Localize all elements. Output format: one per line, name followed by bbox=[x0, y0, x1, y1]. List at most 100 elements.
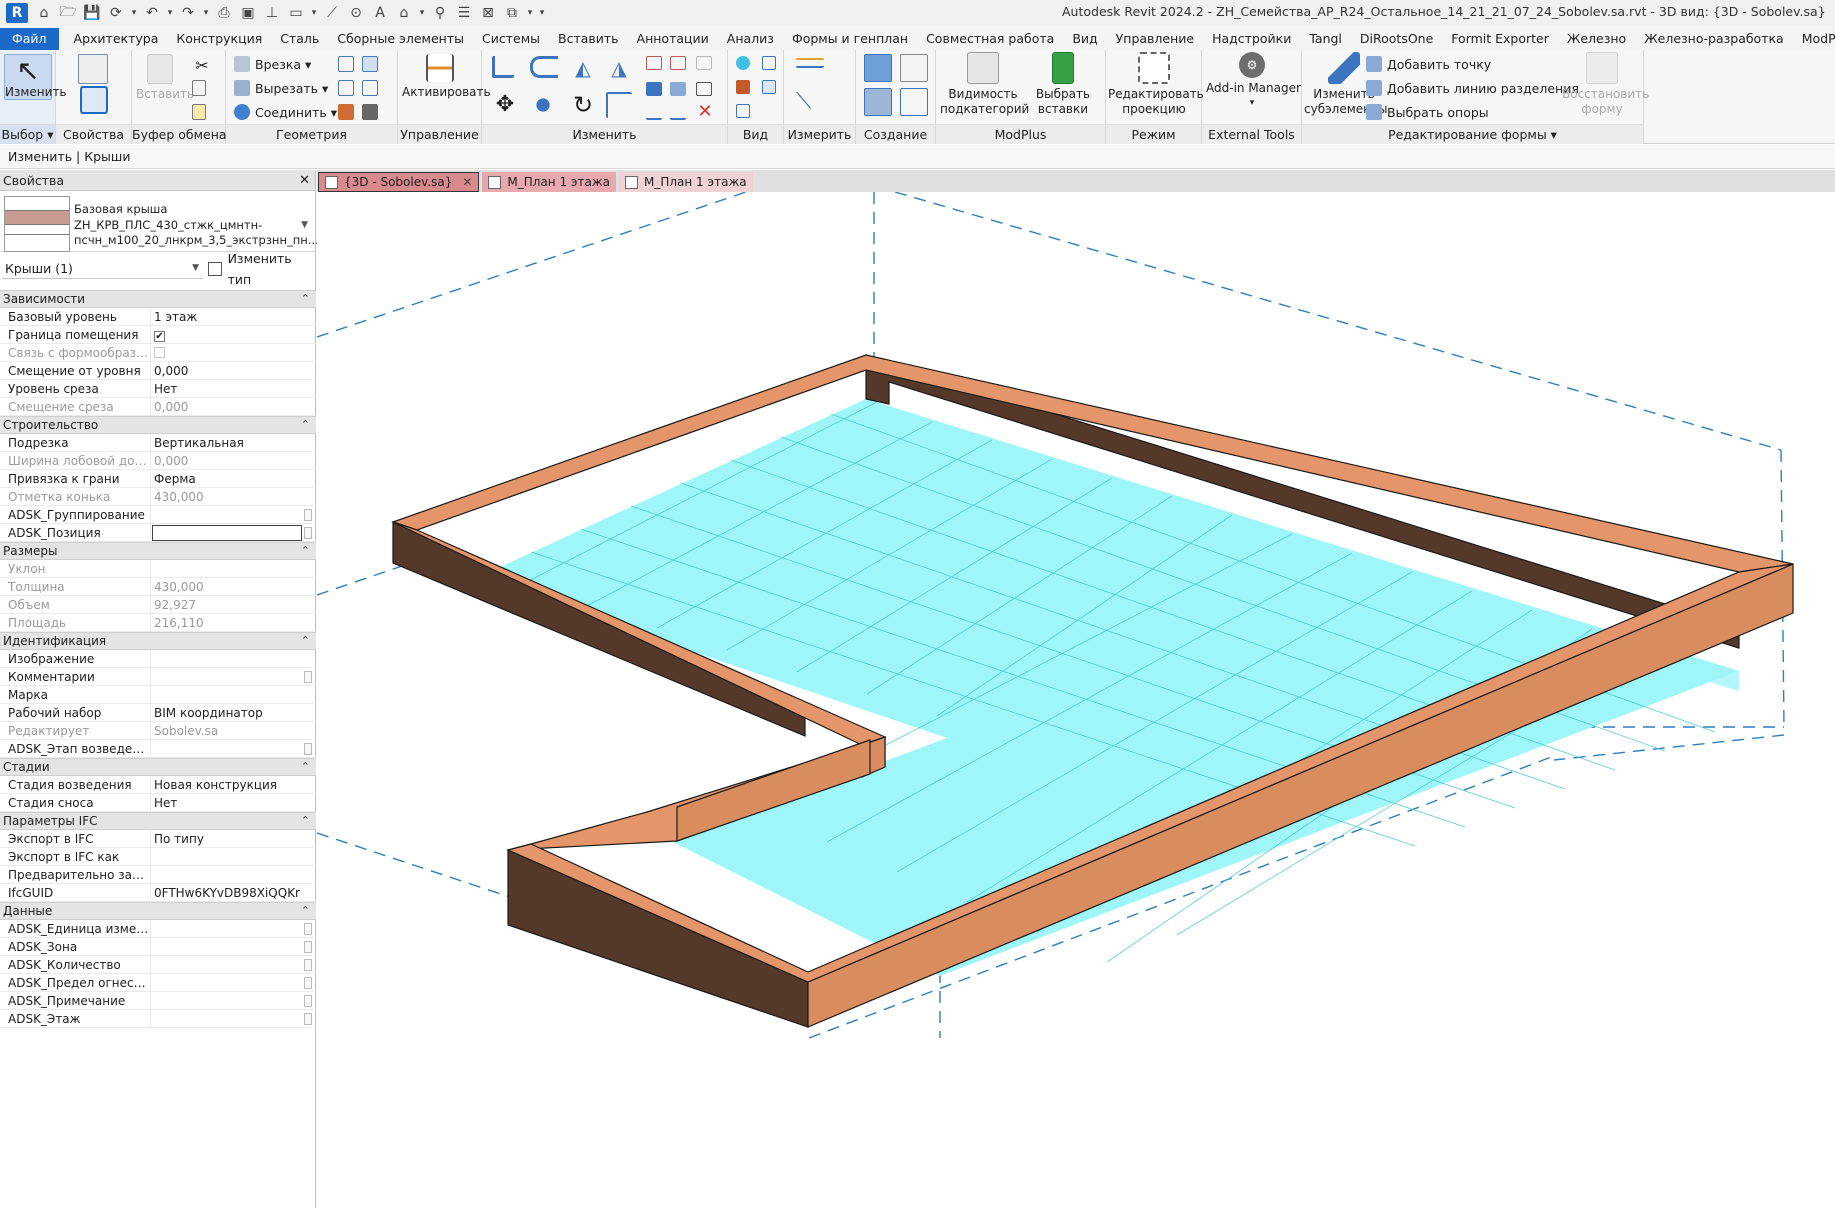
tab-10[interactable]: Вид bbox=[1063, 28, 1106, 50]
trim-multiple-icon[interactable] bbox=[670, 106, 686, 120]
wall-icon[interactable]: ▭ bbox=[284, 2, 308, 24]
print-icon[interactable]: ⎙ bbox=[212, 2, 236, 24]
associate-parameter-button[interactable] bbox=[304, 509, 312, 521]
switch-windows-icon[interactable]: ⧉ bbox=[500, 2, 524, 24]
property-value[interactable] bbox=[154, 848, 300, 866]
properties-button[interactable] bbox=[64, 86, 124, 117]
property-value[interactable] bbox=[154, 650, 300, 668]
property-value[interactable]: 1 этаж bbox=[154, 308, 300, 326]
panel-label-select[interactable]: Выбор ▾ bbox=[0, 124, 55, 144]
tab-16[interactable]: Железно bbox=[1558, 28, 1635, 50]
property-value[interactable]: Нет bbox=[154, 794, 300, 812]
tab-17[interactable]: Железно-разработка bbox=[1635, 28, 1793, 50]
property-value[interactable]: Вертикальная bbox=[154, 434, 300, 452]
match-type-icon[interactable] bbox=[192, 104, 206, 120]
property-value[interactable] bbox=[154, 686, 300, 704]
tab-0[interactable]: Архитектура bbox=[65, 28, 168, 50]
graphics-icon[interactable] bbox=[762, 80, 776, 94]
tab-4[interactable]: Системы bbox=[473, 28, 549, 50]
tab-1[interactable]: Конструкция bbox=[167, 28, 271, 50]
cut-geometry-button[interactable]: Вырезать ▾ bbox=[234, 78, 328, 98]
override-icon[interactable] bbox=[762, 56, 776, 70]
property-group-header[interactable]: Строительство ⌃ bbox=[0, 416, 316, 434]
tab-3[interactable]: Сборные элементы bbox=[328, 28, 473, 50]
hide-icon[interactable] bbox=[736, 56, 750, 70]
property-value[interactable] bbox=[154, 956, 300, 974]
linework-icon[interactable] bbox=[736, 80, 750, 94]
offset-icon[interactable] bbox=[530, 56, 558, 78]
property-value[interactable] bbox=[154, 506, 300, 524]
property-value[interactable] bbox=[154, 668, 300, 686]
tab-13[interactable]: Tangl bbox=[1300, 28, 1351, 50]
rotate-icon[interactable]: ↻ bbox=[570, 92, 596, 118]
checkbox[interactable] bbox=[154, 347, 165, 358]
subcategory-visibility-button[interactable]: Видимость подкатегорий bbox=[940, 52, 1029, 117]
customize-qat-icon[interactable]: ▾ bbox=[536, 2, 548, 24]
chevron-down-icon[interactable]: ▼ bbox=[301, 220, 308, 230]
type-selector[interactable]: Базовая крыша ZH_КРВ_ПЛС_430_стжк_цмнтн-… bbox=[0, 192, 319, 252]
modify-button[interactable]: ↖ Изменить bbox=[4, 54, 67, 100]
associate-parameter-button[interactable] bbox=[304, 1013, 312, 1025]
instance-filter-dropdown[interactable]: Крыши (1) ▼ bbox=[3, 258, 203, 279]
associate-parameter-button[interactable] bbox=[304, 977, 312, 989]
unpin-icon[interactable] bbox=[696, 56, 712, 70]
property-value[interactable]: 0,000 bbox=[154, 362, 300, 380]
redo-icon[interactable]: ↷ bbox=[176, 2, 200, 24]
collapse-icon[interactable]: ⌃ bbox=[301, 633, 310, 649]
activate-button[interactable]: Активировать bbox=[402, 54, 491, 100]
tab-7[interactable]: Анализ bbox=[718, 28, 783, 50]
chevron-down-icon[interactable]: ▾ bbox=[524, 2, 536, 24]
collapse-icon[interactable]: ⌃ bbox=[301, 543, 310, 559]
collapse-icon[interactable]: ⌃ bbox=[301, 813, 310, 829]
save-icon[interactable]: 💾 bbox=[80, 2, 104, 24]
3d-view-icon[interactable]: ⌂ bbox=[392, 2, 416, 24]
aligned-dimension-icon[interactable]: ⟍ bbox=[796, 90, 826, 114]
type-properties-icon[interactable] bbox=[78, 54, 108, 84]
create-parts-icon[interactable] bbox=[900, 54, 928, 82]
join-button[interactable]: Соединить ▾ bbox=[234, 102, 337, 122]
home-icon[interactable]: ⌂ bbox=[32, 2, 56, 24]
cut-icon[interactable]: ✂ bbox=[192, 56, 212, 76]
level-icon[interactable]: ⊥ bbox=[260, 2, 284, 24]
tab-15[interactable]: Formit Exporter bbox=[1442, 28, 1558, 50]
tab-8[interactable]: Формы и генплан bbox=[783, 28, 917, 50]
add-split-line-button[interactable]: Добавить линию разделения bbox=[1366, 78, 1579, 98]
select-inserts-button[interactable]: Выбрать вставки bbox=[1028, 52, 1098, 117]
collapse-icon[interactable]: ⌃ bbox=[301, 759, 310, 775]
property-value[interactable] bbox=[154, 974, 300, 992]
pin-icon[interactable] bbox=[696, 82, 712, 96]
split-face-icon[interactable] bbox=[338, 56, 354, 72]
add-point-button[interactable]: Добавить точку bbox=[1366, 54, 1491, 74]
view-tab[interactable]: {3D - Sobolev.sa} ✕ bbox=[318, 172, 480, 192]
panel-label-shape-editing[interactable]: Редактирование формы ▾ bbox=[1302, 124, 1643, 144]
associate-parameter-button[interactable] bbox=[304, 959, 312, 971]
wall-join-icon[interactable] bbox=[338, 80, 354, 96]
open-icon[interactable]: 🗁 bbox=[56, 2, 80, 24]
property-group-header[interactable]: Стадии ⌃ bbox=[0, 758, 316, 776]
tab-9[interactable]: Совместная работа bbox=[917, 28, 1063, 50]
tab-14[interactable]: DiRootsOne bbox=[1351, 28, 1442, 50]
associate-parameter-button[interactable] bbox=[304, 923, 312, 935]
demolish-icon[interactable] bbox=[362, 80, 378, 96]
paste-button[interactable]: Вставить bbox=[136, 54, 194, 102]
view-tab[interactable]: М_План 1 этажа bbox=[619, 172, 753, 192]
measure-icon[interactable]: ⟋ bbox=[320, 2, 344, 24]
property-value-input[interactable] bbox=[152, 525, 302, 541]
property-value[interactable] bbox=[154, 740, 300, 758]
split-gap-icon[interactable] bbox=[670, 56, 686, 70]
associate-parameter-button[interactable] bbox=[304, 941, 312, 953]
scale-icon[interactable] bbox=[670, 82, 686, 96]
property-value[interactable] bbox=[154, 1010, 300, 1028]
tab-18[interactable]: ModPlus bbox=[1793, 28, 1835, 50]
delete-icon[interactable]: ✕ bbox=[696, 102, 714, 122]
mirror-draw-icon[interactable]: ◮ bbox=[606, 56, 632, 80]
property-value[interactable] bbox=[154, 866, 300, 884]
roof-3d-model[interactable] bbox=[317, 192, 1835, 1208]
collapse-icon[interactable]: ⌃ bbox=[301, 291, 310, 307]
property-group-header[interactable]: Зависимости ⌃ bbox=[0, 290, 316, 308]
create-similar-icon[interactable] bbox=[900, 88, 928, 116]
associate-parameter-button[interactable] bbox=[304, 527, 312, 539]
tab-5[interactable]: Вставить bbox=[549, 28, 628, 50]
chevron-down-icon[interactable]: ▾ bbox=[416, 2, 428, 24]
move-icon[interactable]: ✥ bbox=[492, 92, 518, 118]
